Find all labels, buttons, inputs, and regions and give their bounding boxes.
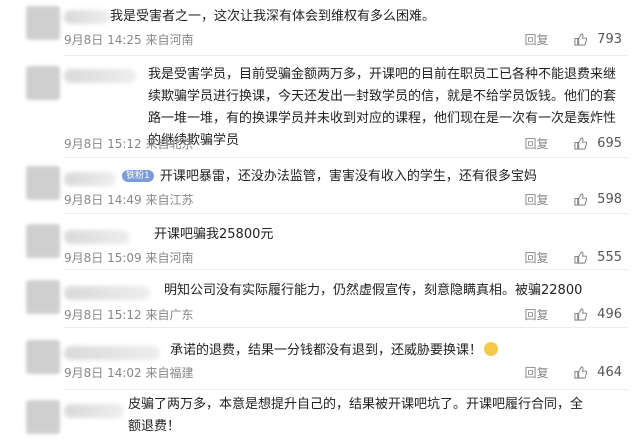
thumbs-up-icon [574, 137, 588, 150]
comment-text: 开课吧骗我25800元 [154, 227, 274, 242]
like-count: 598 [597, 192, 622, 207]
reply-button[interactable]: 回复 [525, 364, 549, 381]
comment-actions: 回复 598 [525, 191, 623, 208]
comment-location: 来自福建 [145, 366, 194, 380]
comment-location: 来自江苏 [145, 193, 194, 207]
comment-meta: 9月8日 15:12 来自广东 [64, 306, 194, 323]
fan-badge: 铁粉1 [122, 170, 154, 182]
comment-meta: 9月8日 15:12 来自北京 [64, 135, 194, 152]
like-button[interactable]: 598 [574, 192, 622, 207]
comment-date: 9月8日 15:12 [64, 137, 142, 151]
comment-actions: 回复 496 [525, 306, 623, 323]
comment-location: 来自广东 [145, 308, 194, 322]
avatar[interactable] [26, 66, 60, 100]
like-count: 496 [597, 307, 622, 322]
avatar[interactable] [26, 400, 60, 434]
like-button[interactable]: 555 [574, 250, 622, 265]
thumbs-up-icon [574, 251, 588, 264]
reply-button[interactable]: 回复 [525, 249, 549, 266]
like-count: 695 [597, 136, 622, 151]
comment-location: 来自河南 [145, 251, 194, 265]
comment-date: 9月8日 15:12 [64, 308, 142, 322]
like-count: 555 [597, 250, 622, 265]
like-count: 464 [597, 365, 622, 380]
comment-location: 来自北京 [145, 137, 194, 151]
like-button[interactable]: 496 [574, 307, 622, 322]
comment-date: 9月8日 14:02 [64, 366, 142, 380]
comment-meta: 9月8日 14:25 来自河南 [64, 31, 194, 48]
comment-text: 我是受害者之一，这次让我深有体会到维权有多么困难。 [110, 9, 436, 24]
like-count: 793 [597, 32, 622, 47]
comment-feed: 我是受害者之一，这次让我深有体会到维权有多么困难。 9月8日 14:25 来自河… [0, 0, 640, 445]
comment-meta: 9月8日 14:02 来自福建 [64, 364, 194, 381]
username-blurred[interactable] [64, 286, 150, 300]
comment-item: 我是受害者之一，这次让我深有体会到维权有多么困难。 9月8日 14:25 来自河… [0, 0, 640, 56]
username-blurred[interactable] [64, 404, 124, 418]
comment-date: 9月8日 14:25 [64, 33, 142, 47]
crying-face-emoji-icon [484, 342, 499, 356]
comment-item: 皮骗了两万多，本意是想提升自己的，结果被开课吧坑了。开课吧履行合同，全额退费！ [0, 390, 640, 445]
username-blurred[interactable] [64, 346, 160, 360]
comment-item: 我是受害学员，目前受骗金额两万多，开课吧的目前在职员工已各种不能退费来继续欺骗学… [0, 56, 640, 158]
reply-button[interactable]: 回复 [525, 191, 549, 208]
comment-location: 来自河南 [145, 33, 194, 47]
username-blurred[interactable] [64, 10, 110, 24]
comment-text: 承诺的退费，结果一分钱都没有退到，还威胁要换课！ [170, 343, 483, 358]
username-blurred[interactable] [64, 172, 116, 186]
avatar[interactable] [26, 340, 60, 374]
username-blurred[interactable] [64, 230, 130, 244]
like-button[interactable]: 464 [574, 365, 622, 380]
comment-meta: 9月8日 14:49 来自江苏 [64, 191, 194, 208]
username-blurred[interactable] [64, 69, 136, 83]
comment-text-row: 承诺的退费，结果一分钱都没有退到，还威胁要换课！ [170, 340, 616, 362]
avatar[interactable] [26, 224, 60, 258]
comment-text: 明知公司没有实际履行能力，仍然虚假宣传，刻意隐瞒真相。被骗22800 [164, 283, 583, 298]
comment-date: 9月8日 14:49 [64, 193, 142, 207]
thumbs-up-icon [574, 33, 588, 46]
like-button[interactable]: 695 [574, 136, 622, 151]
thumbs-up-icon [574, 193, 588, 206]
reply-button[interactable]: 回复 [525, 306, 549, 323]
avatar[interactable] [26, 280, 60, 314]
comment-item: 铁粉1 开课吧暴雷，还没办法监管，害害没有收入的学生，还有很多宝妈 9月8日 1… [0, 158, 640, 214]
comment-meta: 9月8日 15:09 来自河南 [64, 249, 194, 266]
thumbs-up-icon [574, 308, 588, 321]
comment-actions: 回复 793 [525, 31, 623, 48]
avatar[interactable] [26, 6, 60, 40]
comment-item: 承诺的退费，结果一分钱都没有退到，还威胁要换课！ 9月8日 14:02 来自福建… [0, 328, 640, 390]
comment-item: 开课吧骗我25800元 9月8日 15:09 来自河南 回复 555 [0, 214, 640, 270]
comment-text: 开课吧暴雷，还没办法监管，害害没有收入的学生，还有很多宝妈 [159, 169, 537, 184]
reply-button[interactable]: 回复 [525, 135, 549, 152]
like-button[interactable]: 793 [574, 32, 622, 47]
comment-actions: 回复 695 [525, 135, 623, 152]
comment-item: 明知公司没有实际履行能力，仍然虚假宣传，刻意隐瞒真相。被骗22800 9月8日 … [0, 270, 640, 328]
comment-actions: 回复 464 [525, 364, 623, 381]
comment-actions: 回复 555 [525, 249, 623, 266]
avatar[interactable] [26, 166, 60, 200]
comment-date: 9月8日 15:09 [64, 251, 142, 265]
comment-text: 皮骗了两万多，本意是想提升自己的，结果被开课吧坑了。开课吧履行合同，全额退费！ [128, 397, 584, 434]
reply-button[interactable]: 回复 [525, 31, 549, 48]
comment-text-row: 铁粉1 开课吧暴雷，还没办法监管，害害没有收入的学生，还有很多宝妈 [122, 166, 616, 188]
thumbs-up-icon [574, 366, 588, 379]
